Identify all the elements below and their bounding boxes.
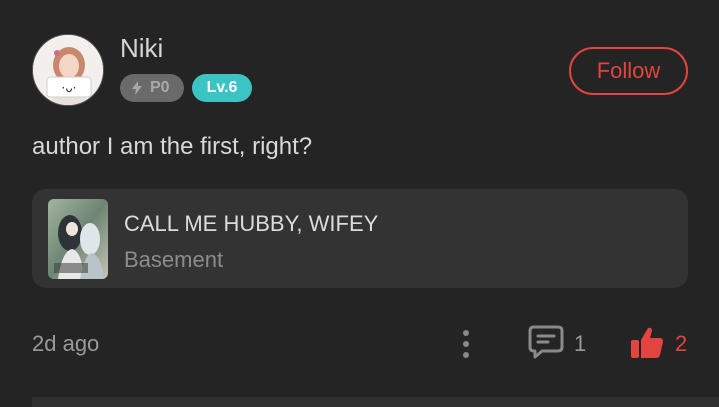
book-title: CALL ME HUBBY, WIFEY	[124, 211, 379, 236]
level-badge: Lv.6	[192, 74, 252, 102]
avatar[interactable]: ·ᴗ·	[32, 34, 104, 106]
divider	[32, 397, 719, 407]
post-text: author I am the first, right?	[32, 133, 313, 160]
power-badge-label: P0	[150, 79, 170, 96]
comment-icon[interactable]	[528, 325, 564, 359]
like-count: 2	[675, 331, 688, 356]
comment-post: ·ᴗ· Niki P0 Lv.6 Follow author I am the …	[0, 0, 719, 407]
more-vertical-icon[interactable]	[456, 328, 476, 360]
author-name[interactable]: Niki	[120, 33, 163, 63]
book-subtitle: Basement	[124, 247, 224, 272]
book-card[interactable]: CALL ME HUBBY, WIFEY Basement	[32, 189, 688, 288]
thumbs-up-icon[interactable]	[630, 326, 664, 360]
post-timestamp: 2d ago	[32, 331, 100, 356]
bolt-icon	[132, 81, 142, 95]
svg-text:·ᴗ·: ·ᴗ·	[62, 81, 77, 95]
follow-button[interactable]: Follow	[569, 47, 688, 95]
comment-count: 1	[574, 331, 587, 356]
book-cover	[48, 199, 108, 279]
power-badge: P0	[120, 74, 184, 102]
